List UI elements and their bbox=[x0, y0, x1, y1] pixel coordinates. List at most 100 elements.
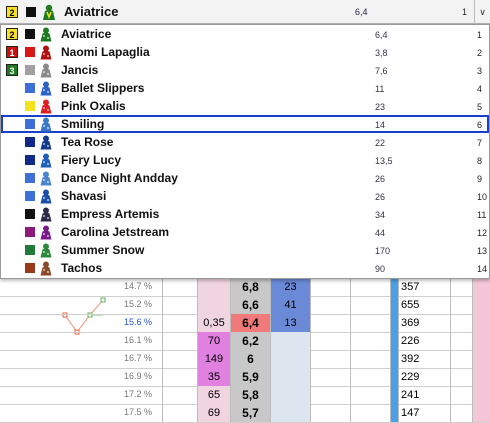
runner-select[interactable]: 2 Aviatrice 6,4 1 ∨ bbox=[0, 0, 490, 24]
runner-option[interactable]: Tachos 90 14 bbox=[1, 259, 489, 277]
runner-color-swatch bbox=[25, 83, 35, 93]
ladder-row: 14.7 % 6,8 23 357 bbox=[0, 278, 490, 297]
back-cell[interactable] bbox=[197, 296, 230, 314]
back-cell[interactable] bbox=[197, 278, 230, 296]
horse-silk-icon bbox=[40, 243, 52, 258]
horse-silk-icon bbox=[40, 27, 52, 42]
ladder-row: 16.9 % 35 5,9 229 bbox=[0, 368, 490, 387]
volume-bar bbox=[390, 314, 398, 332]
lay-cell[interactable] bbox=[270, 350, 310, 368]
back-cell[interactable]: 0,35 bbox=[197, 314, 230, 332]
ladder-cell bbox=[450, 332, 472, 350]
traded-volume: 369 bbox=[398, 314, 450, 332]
runner-name: Dance Night Andday bbox=[61, 171, 178, 185]
odds-cell[interactable]: 6,4 bbox=[230, 314, 270, 332]
runner-position: 1 bbox=[477, 30, 483, 40]
runner-position: 7 bbox=[477, 138, 483, 148]
horse-silk-icon bbox=[40, 63, 52, 78]
runner-number-badge bbox=[6, 226, 18, 238]
ladder-percent: 15.2 % bbox=[123, 299, 152, 309]
runner-odds: 3,8 bbox=[375, 48, 388, 58]
runner-option[interactable]: Fiery Lucy 13,5 8 bbox=[1, 151, 489, 169]
traded-volume: 226 bbox=[398, 332, 450, 350]
runner-name: Naomi Lapaglia bbox=[61, 45, 150, 59]
runner-odds: 11 bbox=[375, 84, 385, 94]
runner-position: 8 bbox=[477, 156, 483, 166]
runner-option[interactable]: 1 Naomi Lapaglia 3,8 2 bbox=[1, 43, 489, 61]
ladder-cell bbox=[162, 332, 197, 350]
ladder-cell bbox=[350, 314, 390, 332]
runner-position: 13 bbox=[477, 246, 488, 256]
back-cell[interactable]: 65 bbox=[197, 386, 230, 404]
ladder-row: 16.1 % 70 6,2 226 bbox=[0, 332, 490, 351]
runner-option[interactable]: Pink Oxalis 23 5 bbox=[1, 97, 489, 115]
horse-silk-icon bbox=[40, 153, 52, 168]
ladder-cell bbox=[310, 296, 350, 314]
runner-name: Aviatrice bbox=[61, 27, 112, 41]
ladder-cell bbox=[162, 350, 197, 368]
runner-name: Empress Artemis bbox=[61, 207, 160, 221]
runner-position: 3 bbox=[477, 66, 483, 76]
ladder-cell bbox=[162, 368, 197, 386]
lay-cell[interactable]: 41 bbox=[270, 296, 310, 314]
runner-color-swatch bbox=[25, 191, 35, 201]
runner-option[interactable]: Ballet Slippers 11 4 bbox=[1, 79, 489, 97]
odds-cell[interactable]: 5,9 bbox=[230, 368, 270, 386]
back-cell[interactable]: 35 bbox=[197, 368, 230, 386]
runner-option[interactable]: Summer Snow 170 13 bbox=[1, 241, 489, 259]
odds-cell[interactable]: 6 bbox=[230, 350, 270, 368]
lay-cell[interactable] bbox=[270, 368, 310, 386]
runner-name: Smiling bbox=[61, 117, 105, 131]
selected-runner-odds: 6,4 bbox=[355, 7, 368, 17]
lay-cell[interactable] bbox=[270, 332, 310, 350]
ladder-cell bbox=[472, 386, 490, 404]
ladder-cell bbox=[450, 314, 472, 332]
runner-number-badge bbox=[6, 262, 18, 274]
runner-number-badge bbox=[6, 118, 18, 130]
chevron-down-icon[interactable]: ∨ bbox=[474, 0, 490, 24]
horse-silk-icon bbox=[40, 207, 52, 222]
ladder-cell bbox=[450, 296, 472, 314]
lay-cell[interactable] bbox=[270, 386, 310, 404]
ladder-cell bbox=[310, 278, 350, 296]
odds-cell[interactable]: 6,8 bbox=[230, 278, 270, 296]
runner-name: Fiery Lucy bbox=[61, 153, 122, 167]
volume-bar bbox=[390, 350, 398, 368]
ladder-cell bbox=[310, 314, 350, 332]
runner-option[interactable]: Shavasi 26 10 bbox=[1, 187, 489, 205]
ladder-cell bbox=[450, 386, 472, 404]
runner-dropdown-list[interactable]: 2 Aviatrice 6,4 1 1 Naomi Lapaglia 3,8 2 3 Jancis… bbox=[0, 24, 490, 279]
ladder-cell bbox=[162, 278, 197, 296]
runner-number-badge bbox=[6, 244, 18, 256]
runner-position: 12 bbox=[477, 228, 488, 238]
lay-cell[interactable]: 23 bbox=[270, 278, 310, 296]
runner-name: Tea Rose bbox=[61, 135, 114, 149]
runner-odds: 170 bbox=[375, 246, 391, 256]
ladder-cell bbox=[350, 368, 390, 386]
odds-cell[interactable]: 5,8 bbox=[230, 386, 270, 404]
ladder-cell bbox=[472, 314, 490, 332]
runner-color-swatch bbox=[25, 29, 35, 39]
runner-option[interactable]: 3 Jancis 7,6 3 bbox=[1, 61, 489, 79]
runner-option[interactable]: Tea Rose 22 7 bbox=[1, 133, 489, 151]
back-cell[interactable]: 149 bbox=[197, 350, 230, 368]
runner-name: Carolina Jetstream bbox=[61, 225, 170, 239]
runner-color-swatch bbox=[25, 47, 35, 57]
runner-option[interactable]: Smiling 14 6 bbox=[1, 115, 489, 133]
odds-cell[interactable]: 6,6 bbox=[230, 296, 270, 314]
runner-number-badge bbox=[6, 154, 18, 166]
odds-cell[interactable]: 6,2 bbox=[230, 332, 270, 350]
runner-option[interactable]: Empress Artemis 34 11 bbox=[1, 205, 489, 223]
selected-runner-position: 1 bbox=[462, 7, 468, 17]
runner-position: 11 bbox=[477, 210, 487, 220]
horse-silk-icon bbox=[40, 81, 52, 96]
runner-option[interactable]: Dance Night Andday 26 9 bbox=[1, 169, 489, 187]
lay-cell[interactable]: 13 bbox=[270, 314, 310, 332]
runner-option[interactable]: Carolina Jetstream 44 12 bbox=[1, 223, 489, 241]
runner-option[interactable]: 2 Aviatrice 6,4 1 bbox=[1, 25, 489, 43]
horse-silk-icon bbox=[40, 225, 52, 240]
ladder-row: 15.2 % 6,6 41 655 bbox=[0, 296, 490, 315]
runner-odds: 26 bbox=[375, 192, 386, 202]
back-cell[interactable]: 70 bbox=[197, 332, 230, 350]
horse-silk-icon bbox=[43, 4, 55, 20]
